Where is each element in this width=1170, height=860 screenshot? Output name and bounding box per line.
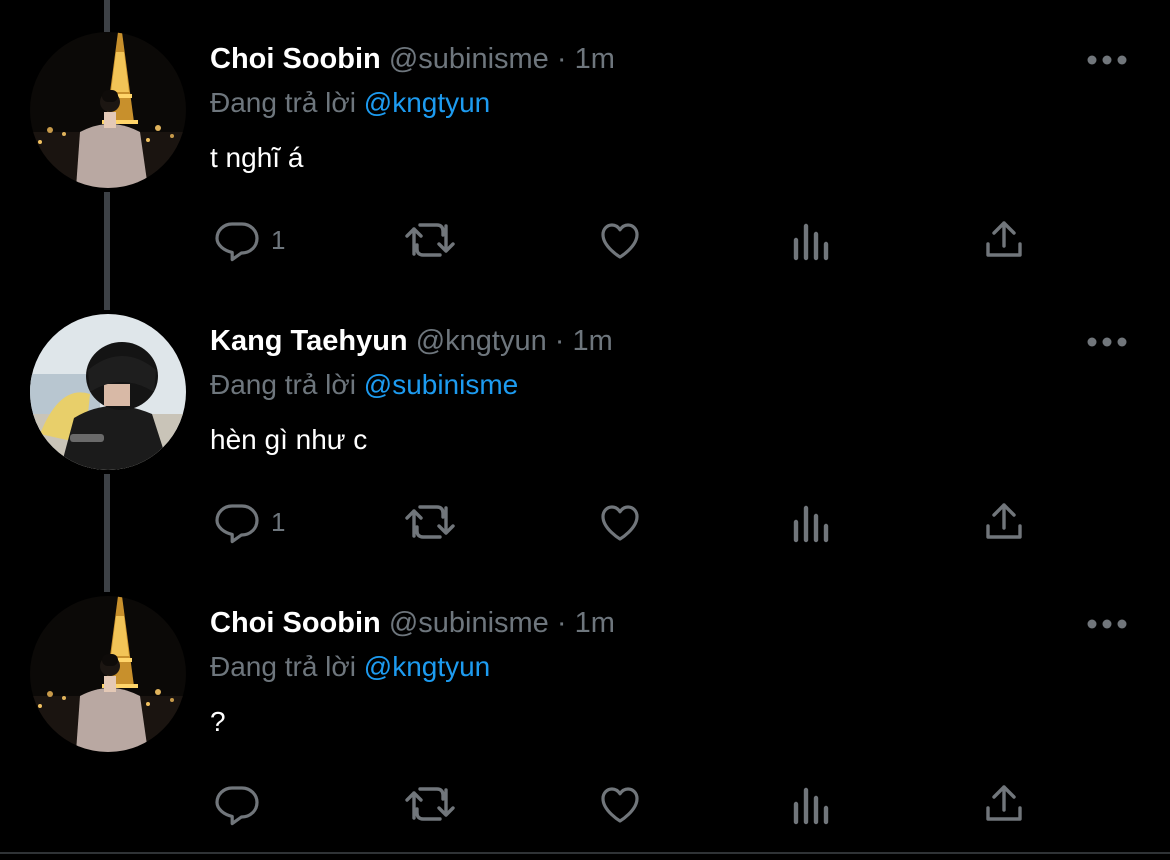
avatar[interactable]: [30, 314, 186, 470]
reply-button[interactable]: [213, 778, 271, 830]
like-button[interactable]: [596, 496, 644, 548]
tweet-header: Kang Taehyun @kngtyun · 1m: [210, 324, 613, 358]
mention-link[interactable]: @kngtyun: [364, 651, 491, 682]
replying-to: Đang trả lời @kngtyun: [210, 86, 490, 120]
replying-to: Đang trả lời @subinisme: [210, 368, 518, 402]
reply-button[interactable]: 1: [213, 214, 285, 266]
like-icon: [601, 505, 639, 541]
more-options-button[interactable]: [1082, 328, 1132, 356]
avatar-image: [30, 596, 186, 752]
reply-icon: [215, 786, 259, 826]
views-icon: [793, 505, 829, 543]
retweet-icon: [405, 223, 455, 257]
avatar[interactable]: [30, 596, 186, 752]
tweet-header: Choi Soobin @subinisme · 1m: [210, 606, 615, 640]
retweet-button[interactable]: [402, 778, 458, 830]
tweet[interactable]: Kang Taehyun @kngtyun · 1m Đang trả lời …: [0, 282, 1170, 564]
more-options-icon: [1087, 337, 1127, 347]
replying-to-label: Đang trả lời: [210, 369, 356, 400]
more-options-button[interactable]: [1082, 46, 1132, 74]
retweet-icon: [405, 505, 455, 539]
reply-icon: [215, 504, 259, 544]
timestamp[interactable]: 1m: [573, 325, 613, 357]
share-icon: [986, 221, 1022, 257]
share-button[interactable]: [980, 214, 1028, 266]
replying-to: Đang trả lời @kngtyun: [210, 650, 490, 684]
share-icon: [986, 785, 1022, 821]
like-icon: [601, 223, 639, 259]
action-bar: [0, 778, 1170, 830]
views-icon: [793, 787, 829, 825]
views-button[interactable]: [790, 778, 834, 830]
reply-count: 1: [271, 224, 286, 255]
mention-link[interactable]: @kngtyun: [364, 87, 491, 118]
avatar-image: [30, 32, 186, 188]
avatar[interactable]: [30, 32, 186, 188]
like-button[interactable]: [596, 778, 644, 830]
tweet[interactable]: Choi Soobin @subinisme · 1m Đang trả lời…: [0, 0, 1170, 282]
timestamp[interactable]: 1m: [575, 607, 615, 639]
tweet-header: Choi Soobin @subinisme · 1m: [210, 42, 615, 76]
share-icon: [986, 503, 1022, 539]
tweet-text: hèn gì như c: [210, 424, 368, 455]
action-bar: 1: [0, 496, 1170, 548]
separator: ·: [556, 43, 567, 75]
tweet[interactable]: Choi Soobin @subinisme · 1m Đang trả lời…: [0, 564, 1170, 846]
username[interactable]: @kngtyun: [416, 325, 547, 357]
views-button[interactable]: [790, 496, 834, 548]
separator: ·: [554, 325, 565, 357]
more-options-button[interactable]: [1082, 610, 1132, 638]
reply-button[interactable]: 1: [213, 496, 285, 548]
share-button[interactable]: [980, 778, 1028, 830]
username[interactable]: @subinisme: [389, 43, 549, 75]
more-options-icon: [1087, 55, 1127, 65]
like-icon: [601, 787, 639, 823]
tweet-text: t nghĩ á: [210, 142, 304, 173]
views-button[interactable]: [790, 214, 834, 266]
replying-to-label: Đang trả lời: [210, 651, 356, 682]
display-name[interactable]: Choi Soobin: [210, 607, 381, 639]
tweet-text: ?: [210, 706, 226, 737]
display-name[interactable]: Kang Taehyun: [210, 325, 408, 357]
replying-to-label: Đang trả lời: [210, 87, 356, 118]
retweet-icon: [405, 787, 455, 821]
separator: ·: [556, 607, 567, 639]
views-icon: [793, 223, 829, 261]
more-options-icon: [1087, 619, 1127, 629]
reply-count: 1: [271, 506, 286, 537]
like-button[interactable]: [596, 214, 644, 266]
divider: [0, 852, 1170, 854]
mention-link[interactable]: @subinisme: [364, 369, 518, 400]
reply-icon: [215, 222, 259, 262]
username[interactable]: @subinisme: [389, 607, 549, 639]
retweet-button[interactable]: [402, 496, 458, 548]
display-name[interactable]: Choi Soobin: [210, 43, 381, 75]
avatar-image: [30, 314, 186, 470]
timestamp[interactable]: 1m: [575, 43, 615, 75]
action-bar: 1: [0, 214, 1170, 266]
share-button[interactable]: [980, 496, 1028, 548]
retweet-button[interactable]: [402, 214, 458, 266]
